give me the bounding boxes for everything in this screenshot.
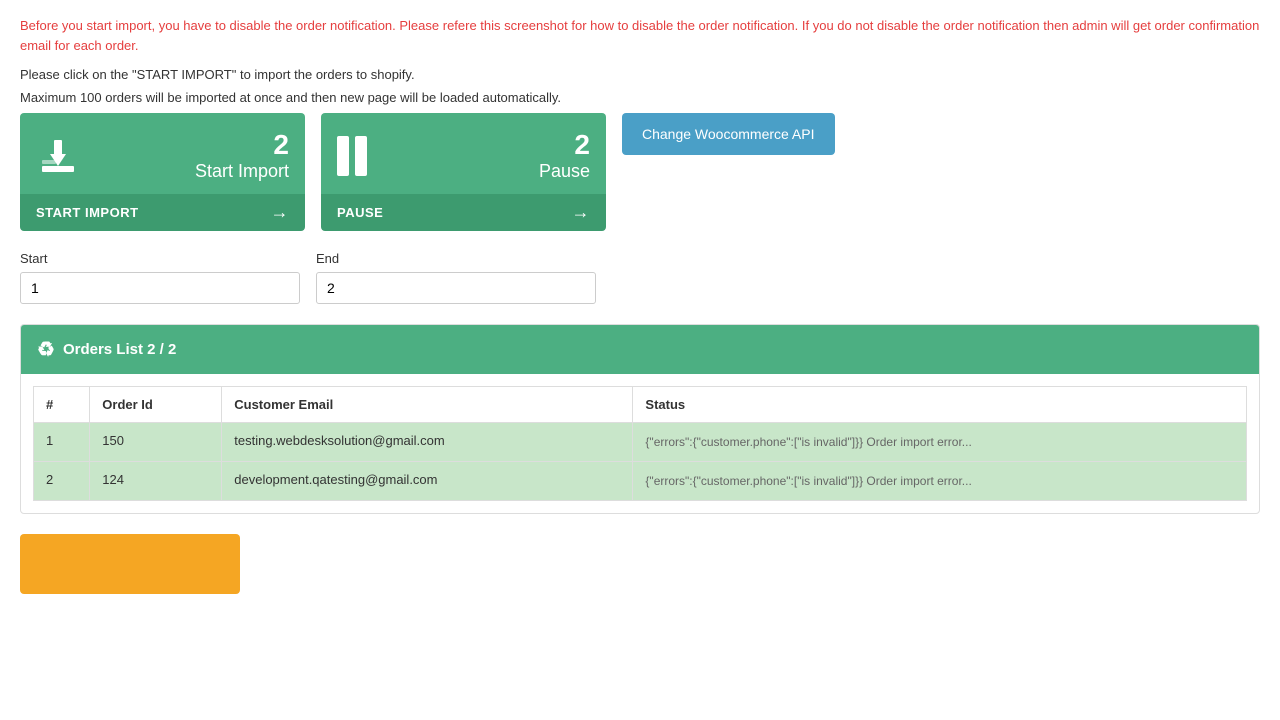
warning-text: Before you start import, you have to dis… xyxy=(20,16,1260,55)
orders-section: ♻ Orders List 2 / 2 # Order Id Customer … xyxy=(20,324,1260,514)
pause-count: 2 xyxy=(574,129,590,161)
cell-order-id: 150 xyxy=(90,423,222,462)
table-row: 2 124 development.qatesting@gmail.com {"… xyxy=(34,462,1247,501)
start-import-action-label: START IMPORT xyxy=(36,205,139,220)
pause-card-top: 2 Pause xyxy=(321,113,606,194)
table-header-row: # Order Id Customer Email Status xyxy=(34,387,1247,423)
cell-order-id: 124 xyxy=(90,462,222,501)
end-label: End xyxy=(316,251,596,266)
start-input[interactable] xyxy=(20,272,300,304)
cell-status: {"errors":{"customer.phone":["is invalid… xyxy=(633,423,1247,462)
end-input[interactable] xyxy=(316,272,596,304)
start-import-arrow-icon: → xyxy=(271,202,290,223)
cell-num: 2 xyxy=(34,462,90,501)
pause-label: Pause xyxy=(539,161,590,182)
info-text-2: Maximum 100 orders will be imported at o… xyxy=(20,90,1260,105)
start-label: Start xyxy=(20,251,300,266)
orders-table-wrap: # Order Id Customer Email Status 1 150 t… xyxy=(21,374,1259,513)
info-text-1: Please click on the "START IMPORT" to im… xyxy=(20,67,1260,82)
bottom-card xyxy=(20,534,240,594)
pause-card[interactable]: 2 Pause PAUSE → xyxy=(321,113,606,231)
action-cards-row: 2 Start Import START IMPORT → 2 Pause PA… xyxy=(20,113,1260,231)
start-field-group: Start xyxy=(20,251,300,304)
pause-bar-left xyxy=(337,136,349,176)
orders-title: Orders List 2 / 2 xyxy=(63,341,176,358)
col-num: # xyxy=(34,387,90,423)
cell-status: {"errors":{"customer.phone":["is invalid… xyxy=(633,462,1247,501)
start-import-action[interactable]: START IMPORT → xyxy=(20,194,305,231)
start-import-count: 2 xyxy=(273,129,289,161)
range-fields: Start End xyxy=(20,251,1260,304)
end-field-group: End xyxy=(316,251,596,304)
table-row: 1 150 testing.webdesksolution@gmail.com … xyxy=(34,423,1247,462)
orders-table: # Order Id Customer Email Status 1 150 t… xyxy=(33,386,1247,501)
recycle-icon: ♻ xyxy=(37,337,55,362)
pause-arrow-icon: → xyxy=(572,202,591,223)
orders-header: ♻ Orders List 2 / 2 xyxy=(21,325,1259,374)
cell-num: 1 xyxy=(34,423,90,462)
pause-bar-right xyxy=(355,136,367,176)
pause-icon xyxy=(337,132,367,180)
pause-action-label: PAUSE xyxy=(337,205,383,220)
col-order-id: Order Id xyxy=(90,387,222,423)
col-email: Customer Email xyxy=(222,387,633,423)
col-status: Status xyxy=(633,387,1247,423)
start-import-card-top: 2 Start Import xyxy=(20,113,305,194)
cell-email: testing.webdesksolution@gmail.com xyxy=(222,423,633,462)
import-icon xyxy=(36,132,88,180)
pause-action[interactable]: PAUSE → xyxy=(321,194,606,231)
change-woocommerce-api-button[interactable]: Change Woocommerce API xyxy=(622,113,835,155)
cell-email: development.qatesting@gmail.com xyxy=(222,462,633,501)
start-import-label: Start Import xyxy=(195,161,289,182)
start-import-card[interactable]: 2 Start Import START IMPORT → xyxy=(20,113,305,231)
